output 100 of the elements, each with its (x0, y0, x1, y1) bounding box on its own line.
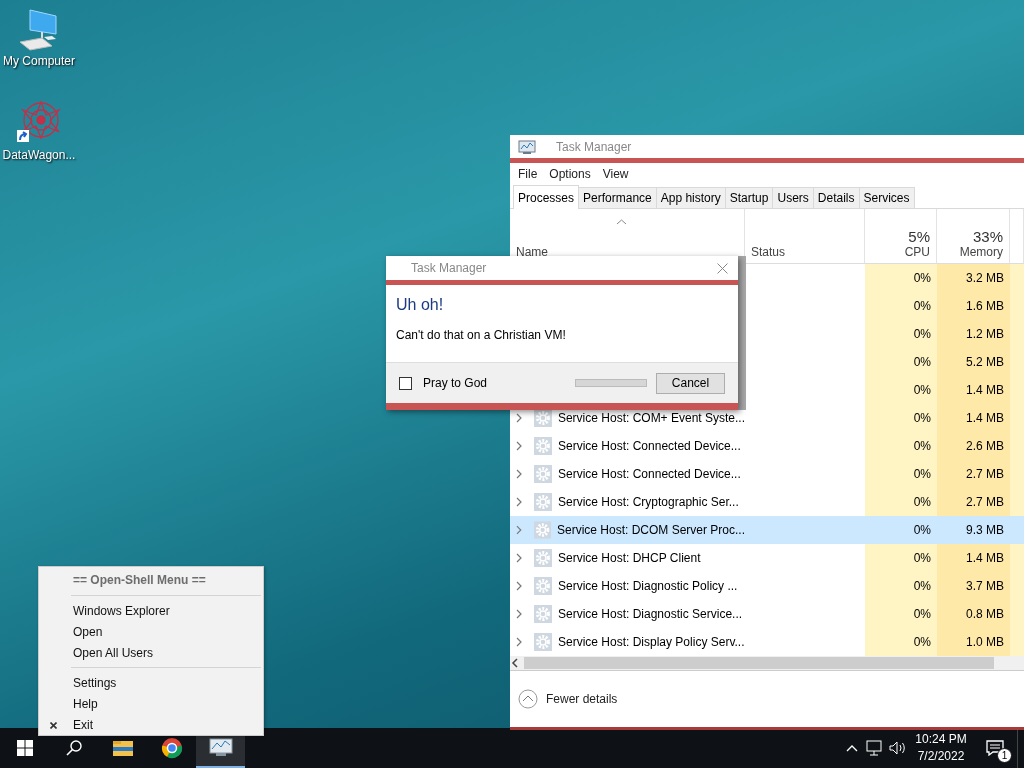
process-name: Service Host: Diagnostic Service... (558, 607, 743, 621)
scrollbar-thumb[interactable] (524, 657, 994, 669)
process-name: Service Host: COM+ Event Syste... (557, 411, 745, 425)
menu-item[interactable]: Exit (39, 714, 263, 735)
cpu-value: 0% (913, 439, 931, 453)
process-row[interactable]: Service Host: Diagnostic Service... 0% 0.8 MB (510, 600, 1024, 628)
tab[interactable]: Processes (513, 185, 580, 209)
process-row[interactable]: Service Host: COM+ Event Syste... 0% 1.4 MB (510, 404, 1024, 432)
memory-value: 9.3 MB (966, 523, 1004, 537)
checkbox[interactable] (399, 376, 412, 390)
fewer-details-button[interactable]: Fewer details (518, 689, 618, 709)
caret-up-icon (845, 744, 858, 752)
tab[interactable]: Performance (578, 187, 657, 208)
gear-icon (534, 605, 552, 623)
process-row[interactable]: Service Host: Cryptographic Ser... 0% 2.7 MB (510, 488, 1024, 516)
process-row[interactable]: Service Host: DHCP Client 0% 1.4 MB (510, 544, 1024, 572)
dialog-heading: Uh oh! (396, 296, 445, 314)
memory-value: 2.6 MB (966, 439, 1004, 453)
sort-caret-icon (616, 219, 627, 225)
cpu-value: 0% (913, 271, 931, 285)
network-icon (865, 740, 884, 756)
chevron-right-icon[interactable] (516, 469, 522, 479)
date-text: 7/2/2022 (917, 748, 965, 765)
folder-icon (111, 739, 134, 757)
task-manager-icon (518, 138, 536, 155)
menu-item[interactable]: Settings (39, 672, 263, 693)
browser-icon (160, 737, 183, 759)
checkbox-label[interactable]: Pray to God (423, 376, 575, 390)
menu-item[interactable]: File (512, 167, 544, 181)
chevron-right-icon[interactable] (516, 637, 522, 647)
menu-item[interactable]: Help (39, 693, 263, 714)
tab[interactable]: Startup (724, 187, 774, 208)
memory-value: 2.7 MB (966, 495, 1004, 509)
menu-item[interactable]: Options (543, 167, 597, 181)
gear-icon (534, 493, 552, 511)
process-name: Service Host: Connected Device... (558, 467, 741, 481)
memory-value: 0.8 MB (966, 607, 1004, 621)
tab[interactable]: Services (858, 187, 915, 208)
column-header[interactable]: Name (516, 245, 548, 259)
memory-value: 1.4 MB (966, 411, 1004, 425)
cpu-value: 0% (913, 551, 931, 565)
column-header[interactable]: Status (751, 245, 858, 259)
memory-value: 1.6 MB (966, 299, 1004, 313)
chevron-right-icon[interactable] (516, 525, 522, 535)
clock[interactable]: 10:24 PM 7/2/2022 (909, 731, 973, 765)
volume-icon (888, 740, 907, 756)
chevron-right-icon[interactable] (516, 441, 522, 451)
chevron-right-icon[interactable] (516, 553, 522, 563)
cpu-value: 0% (913, 383, 931, 397)
cancel-button[interactable]: Cancel (656, 372, 725, 394)
tab[interactable]: Details (812, 187, 860, 208)
menu-header: == Open-Shell Menu == (72, 572, 207, 589)
close-icon[interactable] (717, 262, 728, 274)
tab[interactable]: Users (772, 187, 814, 208)
menu-item[interactable]: Open (39, 621, 263, 642)
search-icon (65, 740, 82, 756)
chevron-right-icon[interactable] (516, 581, 522, 591)
column-header[interactable]: CPU (904, 245, 930, 259)
cpu-value: 0% (913, 327, 931, 341)
memory-value: 3.7 MB (966, 579, 1004, 593)
process-row[interactable]: Service Host: Connected Device... 0% 2.6 MB (510, 432, 1024, 460)
process-name: Service Host: Display Policy Serv... (558, 635, 745, 649)
cross-icon (50, 722, 57, 729)
horizontal-scrollbar[interactable] (510, 656, 1024, 671)
cpu-value: 0% (913, 355, 931, 369)
cpu-value: 0% (913, 579, 931, 593)
gear-icon (534, 437, 552, 455)
memory-value: 1.4 MB (966, 383, 1004, 397)
cpu-value: 0% (913, 523, 931, 537)
windows-logo-icon (16, 740, 33, 756)
cpu-value: 0% (913, 467, 931, 481)
tab[interactable]: App history (655, 187, 726, 208)
cpu-value: 0% (913, 495, 931, 509)
chevron-right-icon[interactable] (516, 413, 522, 423)
chevron-right-icon[interactable] (516, 497, 522, 507)
window-title: Task Manager (556, 139, 632, 154)
memory-value: 1.0 MB (966, 635, 1004, 649)
memory-value: 5.2 MB (966, 355, 1004, 369)
process-row[interactable]: Service Host: Connected Device... 0% 2.7 MB (510, 460, 1024, 488)
process-name: Service Host: DCOM Server Proc... (556, 523, 745, 537)
menu-item[interactable]: View (596, 167, 635, 181)
column-header[interactable]: Memory (959, 245, 1003, 259)
process-row[interactable]: Service Host: Display Policy Serv... 0% 1.0 MB (510, 628, 1024, 656)
memory-value: 3.2 MB (966, 271, 1004, 285)
gear-icon (534, 549, 552, 567)
message-icon (986, 740, 1004, 756)
menu-item[interactable]: Windows Explorer (39, 600, 263, 621)
notification-count: 1 (997, 748, 1012, 763)
menu-item[interactable]: Open All Users (39, 642, 263, 663)
memory-value: 1.2 MB (966, 327, 1004, 341)
process-name: Service Host: Connected Device... (558, 439, 741, 453)
usage-percent: 33% (972, 228, 1003, 245)
gear-icon (534, 465, 552, 483)
desktop-icon-label[interactable]: My Computer (3, 54, 75, 68)
process-name: Service Host: Diagnostic Policy ... (558, 579, 738, 593)
chevron-right-icon[interactable] (516, 609, 522, 619)
process-row[interactable]: Service Host: Diagnostic Policy ... 0% 3.7 MB (510, 572, 1024, 600)
task-manager-icon (208, 737, 233, 757)
desktop-icon-label[interactable]: DataWagon... (2, 148, 76, 162)
scroll-left-icon[interactable] (510, 658, 520, 668)
